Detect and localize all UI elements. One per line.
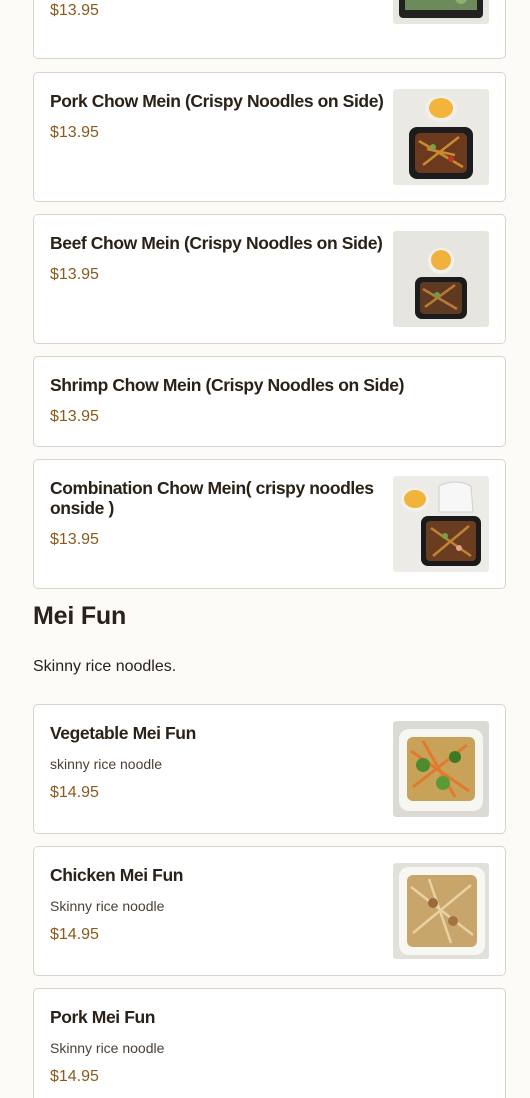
item-description: Skinny rice noodle [50,898,165,914]
menu-page: $13.95 Pork Chow Mein (Crispy Noodles on… [0,0,530,1098]
item-price: $13.95 [50,124,99,141]
item-name: Chicken Mei Fun [50,865,184,885]
item-name: Shrimp Chow Mein (Crispy Noodles on Side… [50,375,405,395]
menu-item-card[interactable]: Beef Chow Mein (Crispy Noodles on Side) … [33,214,506,344]
item-name: Pork Chow Mein (Crispy Noodles on Side) [50,91,384,111]
item-photo [393,863,489,959]
menu-item-card[interactable]: Vegetable Mei Fun skinny rice noodle $14… [33,704,506,834]
section-description: Skinny rice noodles. [33,658,177,675]
item-name: Beef Chow Mein (Crispy Noodles on Side) [50,233,383,253]
item-photo [393,476,489,572]
item-price: $13.95 [50,408,99,425]
item-photo [393,721,489,817]
item-photo [393,89,489,185]
item-description: skinny rice noodle [50,756,163,772]
item-photo [393,231,489,327]
menu-item-card[interactable]: Combination Chow Mein( crispy noodles on… [33,459,506,589]
menu-item-card[interactable]: Pork Mei Fun Skinny rice noodle $14.95 [33,988,506,1098]
item-price: $13.95 [50,531,99,548]
menu-item-card[interactable]: Shrimp Chow Mein (Crispy Noodles on Side… [33,356,506,447]
section-title: Mei Fun [33,602,127,630]
item-price: $14.95 [50,1068,99,1085]
item-photo [393,0,489,24]
menu-item-card[interactable]: Pork Chow Mein (Crispy Noodles on Side) … [33,72,506,202]
item-name: Pork Mei Fun [50,1007,156,1027]
menu-item-card[interactable]: $13.95 [33,0,506,59]
item-description: Skinny rice noodle [50,1040,165,1056]
item-price: $13.95 [50,266,99,283]
item-name: Combination Chow Mein( crispy noodles on… [50,478,374,518]
item-price: $14.95 [50,784,99,801]
item-price: $14.95 [50,926,99,943]
menu-item-card[interactable]: Chicken Mei Fun Skinny rice noodle $14.9… [33,846,506,976]
item-name: Vegetable Mei Fun [50,723,196,743]
item-price: $13.95 [50,2,99,19]
